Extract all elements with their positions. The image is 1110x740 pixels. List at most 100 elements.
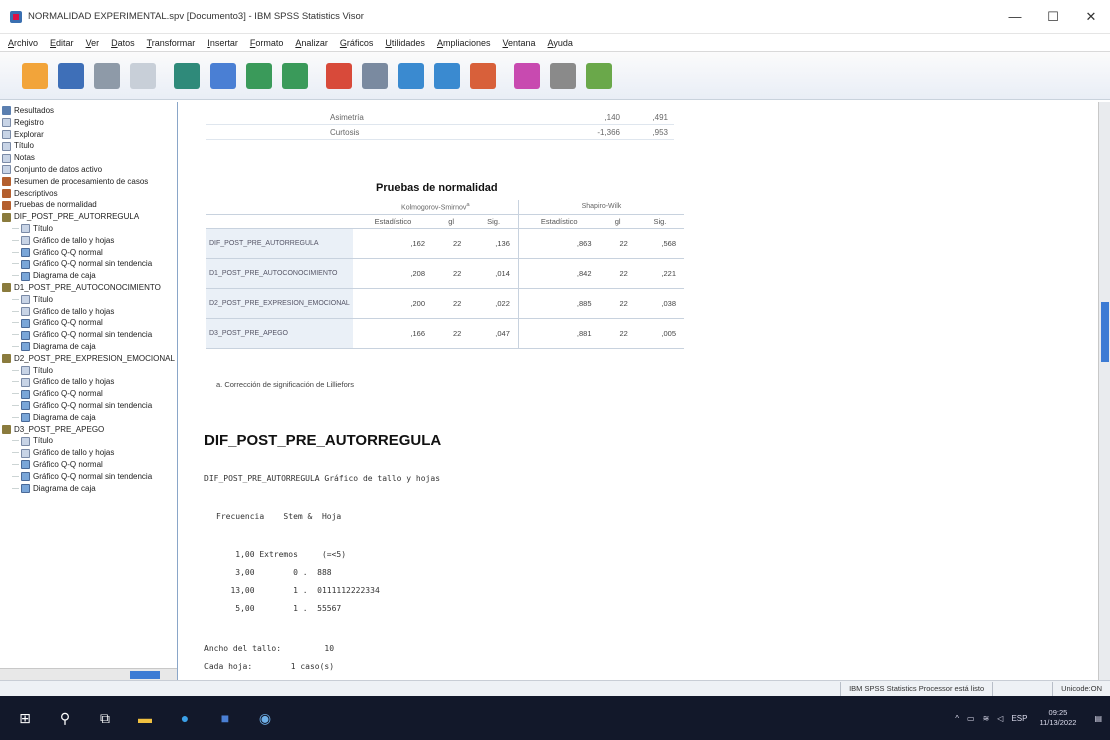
outline-item[interactable]: Diagrama de caja (2, 483, 177, 495)
goto-data-icon[interactable] (326, 62, 352, 89)
network-icon[interactable]: ▭ (967, 714, 975, 723)
dialog-recall-icon[interactable] (210, 62, 236, 89)
outline-item[interactable]: Resultados (2, 105, 177, 117)
outline-item[interactable]: D2_POST_PRE_EXPRESION_EMOCIONAL (2, 353, 177, 365)
outline-item[interactable]: Gráfico de tallo y hojas (2, 235, 177, 247)
menu-6[interactable]: Formato (250, 38, 284, 48)
table-row: D1_POST_PRE_AUTOCONOCIMIENTO ,208 22,014,8… (206, 258, 684, 289)
outline-item[interactable]: Pruebas de normalidad (2, 199, 177, 211)
normality-table[interactable]: Kolmogorov-Smirnova Shapiro-Wilk Estadís… (206, 200, 684, 349)
windows-start-icon[interactable]: ⊞ (10, 703, 40, 733)
outline-item[interactable]: Gráfico Q-Q normal sin tendencia (2, 400, 177, 412)
outline-item[interactable]: Diagrama de caja (2, 341, 177, 353)
task-view-icon[interactable]: ⧉ (90, 703, 120, 733)
outline-item-label: Gráfico de tallo y hojas (33, 306, 115, 316)
outline-item-label: Gráfico Q-Q normal sin tendencia (33, 259, 153, 269)
outline-item[interactable]: Título (2, 435, 177, 447)
scrollbar-thumb[interactable] (130, 671, 160, 679)
menu-10[interactable]: Ampliaciones (437, 38, 491, 48)
outline-item[interactable]: Gráfico Q-Q normal (2, 388, 177, 400)
menu-8[interactable]: Gráficos (340, 38, 374, 48)
insert-output-icon[interactable] (514, 62, 540, 89)
designate-window-icon[interactable] (550, 62, 576, 89)
menu-12[interactable]: Ayuda (548, 38, 573, 48)
outline-item[interactable]: Gráfico de tallo y hojas (2, 306, 177, 318)
outline-item[interactable]: Notas (2, 152, 177, 164)
outline-item[interactable]: Gráfico Q-Q normal (2, 247, 177, 259)
chart-icon (21, 389, 30, 399)
row-label: D2_POST_PRE_EXPRESION_EMOCIONAL (206, 288, 353, 319)
word-icon[interactable]: ■ (210, 703, 240, 733)
notifications-icon[interactable]: ▤ (1094, 714, 1102, 723)
edge-icon[interactable]: ● (170, 703, 200, 733)
variables-icon[interactable] (434, 62, 460, 89)
outline-item[interactable]: Gráfico de tallo y hojas (2, 447, 177, 459)
print-icon[interactable] (94, 62, 120, 89)
open-icon[interactable] (22, 62, 48, 89)
menu-5[interactable]: Insertar (207, 38, 238, 48)
menu-1[interactable]: Editar (50, 38, 74, 48)
save-icon[interactable] (58, 62, 84, 89)
outline-item[interactable]: Gráfico de tallo y hojas (2, 376, 177, 388)
menu-2[interactable]: Ver (86, 38, 100, 48)
outline-item[interactable]: Explorar (2, 129, 177, 141)
file-explorer-icon[interactable]: ▬ (130, 703, 160, 733)
outline-item[interactable]: Gráfico Q-Q normal sin tendencia (2, 471, 177, 483)
content-vertical-scrollbar[interactable] (1098, 102, 1110, 680)
doc-icon (21, 236, 30, 246)
volume-icon[interactable]: ◁ (997, 714, 1003, 723)
show-output-icon[interactable] (470, 62, 496, 89)
outline-item[interactable]: Descriptivos (2, 188, 177, 200)
select-last-output-icon[interactable] (586, 62, 612, 89)
outline-item[interactable]: Diagrama de caja (2, 270, 177, 282)
outline-item[interactable]: D3_POST_PRE_APEGO (2, 424, 177, 436)
chart-icon (21, 259, 30, 269)
outline-item[interactable]: DIF_POST_PRE_AUTORREGULA (2, 211, 177, 223)
menu-7[interactable]: Analizar (295, 38, 328, 48)
menu-0[interactable]: Archivo (8, 38, 38, 48)
outline-item[interactable]: Registro (2, 117, 177, 129)
outline-item[interactable]: Resumen de procesamiento de casos (2, 176, 177, 188)
goto-case-icon[interactable] (362, 62, 388, 89)
maximize-button[interactable]: ☐ (1034, 0, 1072, 34)
spss-taskbar-icon[interactable]: ◉ (250, 703, 280, 733)
outline-item[interactable]: Título (2, 294, 177, 306)
menu-9[interactable]: Utilidades (385, 38, 425, 48)
outline-item[interactable]: Título (2, 365, 177, 377)
menu-3[interactable]: Datos (111, 38, 135, 48)
search-icon[interactable]: ⚲ (50, 703, 80, 733)
menu-11[interactable]: Ventana (502, 38, 535, 48)
undo-icon[interactable] (246, 62, 272, 89)
print-preview-icon[interactable] (130, 62, 156, 89)
clock[interactable]: 09:25 11/13/2022 (1039, 708, 1076, 728)
outline-item[interactable]: Título (2, 223, 177, 235)
outline-item[interactable]: Gráfico Q-Q normal (2, 317, 177, 329)
goto-variable-icon[interactable] (398, 62, 424, 89)
scrollbar-thumb[interactable] (1101, 302, 1109, 362)
language-indicator[interactable]: ESP (1011, 714, 1027, 723)
cell-ks-gl: 22 (433, 318, 470, 349)
col-header-stat: Estadístico (352, 214, 434, 229)
section-heading: DIF_POST_PRE_AUTORREGULA (204, 432, 442, 449)
close-button[interactable]: ✕ (1072, 0, 1110, 34)
outline-item[interactable]: Gráfico Q-Q normal (2, 459, 177, 471)
descriptives-table-tail: Asimetría ,140 ,491 Curtosis -1,366 ,953 (206, 110, 674, 140)
chevron-up-icon[interactable]: ^ (955, 714, 959, 723)
outline-item[interactable]: Gráfico Q-Q normal sin tendencia (2, 258, 177, 270)
outline-item[interactable]: Título (2, 140, 177, 152)
corner-cell (206, 200, 353, 215)
outline-item-label: Descriptivos (14, 188, 58, 198)
wifi-icon[interactable]: ≋ (983, 714, 990, 723)
outline-item[interactable]: D1_POST_PRE_AUTOCONOCIMIENTO (2, 282, 177, 294)
outline-item[interactable]: Conjunto de datos activo (2, 164, 177, 176)
export-icon[interactable] (174, 62, 200, 89)
redo-icon[interactable] (282, 62, 308, 89)
minimize-button[interactable]: — (996, 0, 1034, 34)
outline-item[interactable]: Gráfico Q-Q normal sin tendencia (2, 329, 177, 341)
status-bar: IBM SPSS Statistics Processor está listo… (0, 680, 1110, 696)
outline-item[interactable]: Diagrama de caja (2, 412, 177, 424)
chart-icon (21, 342, 30, 352)
menu-4[interactable]: Transformar (147, 38, 196, 48)
outline-horizontal-scrollbar[interactable] (0, 668, 177, 680)
chart-icon (21, 460, 30, 470)
